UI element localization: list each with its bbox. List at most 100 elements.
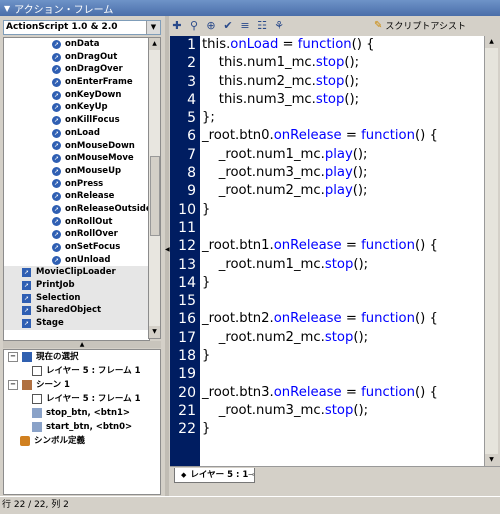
chevron-down-icon[interactable]: ▼ (146, 21, 160, 34)
symbols-icon (20, 436, 30, 446)
line-number: 19 (178, 366, 196, 383)
event-item[interactable]: ➚ onKillFocus (4, 114, 149, 127)
code-editor[interactable]: 1 2 3 4 5 6 7 8 9 10 11 12 13 14 15 16 17 18 19 20 21 22 this… (170, 36, 484, 466)
code-line[interactable]: _root.num3_mc.play(); (200, 164, 484, 182)
event-item[interactable]: ➚ onLoad (4, 127, 149, 140)
pin-icon[interactable]: ⊸ (248, 470, 255, 479)
add-icon[interactable]: ✚ (170, 19, 184, 33)
code-line[interactable]: _root.num2_mc.stop(); (200, 329, 484, 347)
code-line[interactable]: _root.btn2.onRelease = function() { (200, 310, 484, 328)
code-line[interactable]: }; (200, 109, 484, 127)
scroll-up-icon[interactable]: ▲ (149, 38, 160, 50)
class-item[interactable]: ➚ MovieClipLoader (4, 266, 149, 280)
toolbox-scrollbar[interactable]: ▲ ▼ (148, 37, 161, 339)
navigator-scene[interactable]: − シーン 1 (4, 378, 160, 392)
event-item[interactable]: ➚ onEnterFrame (4, 76, 149, 89)
event-item-label: onRelease (65, 191, 115, 202)
script-assist-button[interactable]: ✎ スクリプトアシスト (374, 19, 466, 32)
script-tab-bar: ◆ レイヤー 5 : 1 ⊸ (170, 466, 500, 483)
panel-title-bar[interactable]: ▼ アクション・フレーム (0, 0, 500, 16)
event-handler-icon: ➚ (52, 103, 61, 113)
format-icon[interactable]: ≡ (238, 19, 252, 33)
status-bar: 行 22 / 22, 列 2 (0, 496, 500, 513)
event-item[interactable]: ➚ onRollOver (4, 228, 149, 241)
find-icon[interactable]: ⚲ (187, 19, 201, 33)
line-number: 14 (178, 274, 196, 291)
class-item[interactable]: ➚ Stage (4, 317, 149, 330)
event-item[interactable]: ➚ onData (4, 38, 149, 51)
script-navigator[interactable]: − 現在の選択 レイヤー 5 : フレーム 1 − シーン 1 レイヤー 5 :… (3, 349, 161, 495)
event-item[interactable]: ➚ onKeyDown (4, 89, 149, 102)
scroll-up-icon[interactable]: ▲ (485, 36, 498, 48)
class-item-label: Selection (36, 292, 81, 303)
navigator-start-btn[interactable]: start_btn, <btn0> (4, 420, 160, 434)
check-syntax-icon[interactable]: ✔ (221, 19, 235, 33)
code-line[interactable]: _root.num1_mc.stop(); (200, 256, 484, 274)
navigator-current-selection[interactable]: − 現在の選択 (4, 350, 160, 364)
language-select[interactable]: ActionScript 1.0 & 2.0 ▼ (3, 20, 161, 35)
event-handler-icon: ➚ (52, 192, 61, 202)
line-number: 17 (178, 329, 196, 346)
navigator-stop-btn[interactable]: stop_btn, <btn1> (4, 406, 160, 420)
code-hint-icon[interactable]: ☷ (255, 19, 269, 33)
code-line[interactable]: } (200, 201, 484, 219)
event-item[interactable]: ➚ onSetFocus (4, 241, 149, 254)
editor-scrollbar[interactable]: ▲ ▼ (484, 36, 498, 466)
pencil-icon: ✎ (373, 20, 383, 31)
line-number: 7 (187, 146, 196, 163)
event-item[interactable]: ➚ onMouseDown (4, 140, 149, 153)
event-item[interactable]: ➚ onDragOut (4, 51, 149, 64)
vertical-splitter[interactable]: ◀ (165, 16, 170, 496)
code-line[interactable]: this.num3_mc.stop(); (200, 91, 484, 109)
code-text-area[interactable]: this.onLoad = function() { this.num1_mc.… (200, 36, 484, 466)
pane-splitter[interactable]: ▲ (3, 341, 161, 348)
scroll-thumb[interactable] (150, 156, 160, 236)
event-item[interactable]: ➚ onKeyUp (4, 101, 149, 114)
code-line[interactable] (200, 219, 484, 237)
event-handler-icon: ➚ (52, 141, 61, 151)
event-item[interactable]: ➚ onMouseMove (4, 152, 149, 165)
code-line[interactable]: } (200, 420, 484, 438)
class-item[interactable]: ➚ SharedObject (4, 304, 149, 318)
code-line[interactable]: _root.btn0.onRelease = function() { (200, 127, 484, 145)
splitter-grip-icon[interactable]: ◀ (165, 246, 170, 253)
code-line[interactable] (200, 292, 484, 310)
event-item[interactable]: ➚ onDragOver (4, 63, 149, 76)
event-handler-icon: ➚ (52, 255, 61, 265)
code-line[interactable] (200, 365, 484, 383)
actions-tree[interactable]: ➚ onData ➚ onDragOut ➚ onDragOver ➚ onEnterFram… (3, 37, 150, 341)
collapse-arrow-icon[interactable]: ▼ (4, 4, 10, 13)
selection-icon (22, 352, 32, 362)
code-line[interactable]: _root.num3_mc.stop(); (200, 402, 484, 420)
scroll-down-icon[interactable]: ▼ (149, 326, 160, 338)
navigator-symbols[interactable]: シンボル定義 (4, 434, 160, 448)
scroll-down-icon[interactable]: ▼ (485, 454, 498, 466)
code-line[interactable]: this.num2_mc.stop(); (200, 73, 484, 91)
navigator-scene-layer[interactable]: レイヤー 5 : フレーム 1 (4, 392, 160, 406)
code-line[interactable]: _root.btn1.onRelease = function() { (200, 237, 484, 255)
actions-toolbox: ActionScript 1.0 & 2.0 ▼ ➚ onData ➚ onDragO… (0, 16, 165, 496)
code-line[interactable]: _root.btn3.onRelease = function() { (200, 384, 484, 402)
collapse-icon[interactable]: − (8, 380, 18, 390)
code-line[interactable]: } (200, 274, 484, 292)
target-icon[interactable]: ⊕ (204, 19, 218, 33)
event-item[interactable]: ➚ onRelease (4, 190, 149, 203)
code-line[interactable]: _root.num1_mc.play(); (200, 146, 484, 164)
event-item[interactable]: ➚ onUnload (4, 254, 149, 267)
collapse-icon[interactable]: − (8, 352, 18, 362)
code-line[interactable]: } (200, 347, 484, 365)
event-item[interactable]: ➚ onMouseUp (4, 165, 149, 178)
class-item-label: PrintJob (36, 280, 75, 291)
script-tab[interactable]: ◆ レイヤー 5 : 1 (174, 468, 256, 483)
event-item[interactable]: ➚ onRollOut (4, 216, 149, 229)
class-item[interactable]: ➚ PrintJob (4, 279, 149, 292)
navigator-current-layer[interactable]: レイヤー 5 : フレーム 1 (4, 364, 160, 378)
debug-icon[interactable]: ⚘ (272, 19, 286, 33)
class-item[interactable]: ➚ Selection (4, 291, 149, 305)
event-item[interactable]: ➚ onPress (4, 178, 149, 191)
code-line[interactable]: this.num1_mc.stop(); (200, 54, 484, 72)
event-item-label: onSetFocus (65, 242, 121, 252)
code-line[interactable]: this.onLoad = function() { (200, 36, 484, 54)
event-item[interactable]: ➚ onReleaseOutside (4, 203, 149, 216)
code-line[interactable]: _root.num2_mc.play(); (200, 182, 484, 200)
